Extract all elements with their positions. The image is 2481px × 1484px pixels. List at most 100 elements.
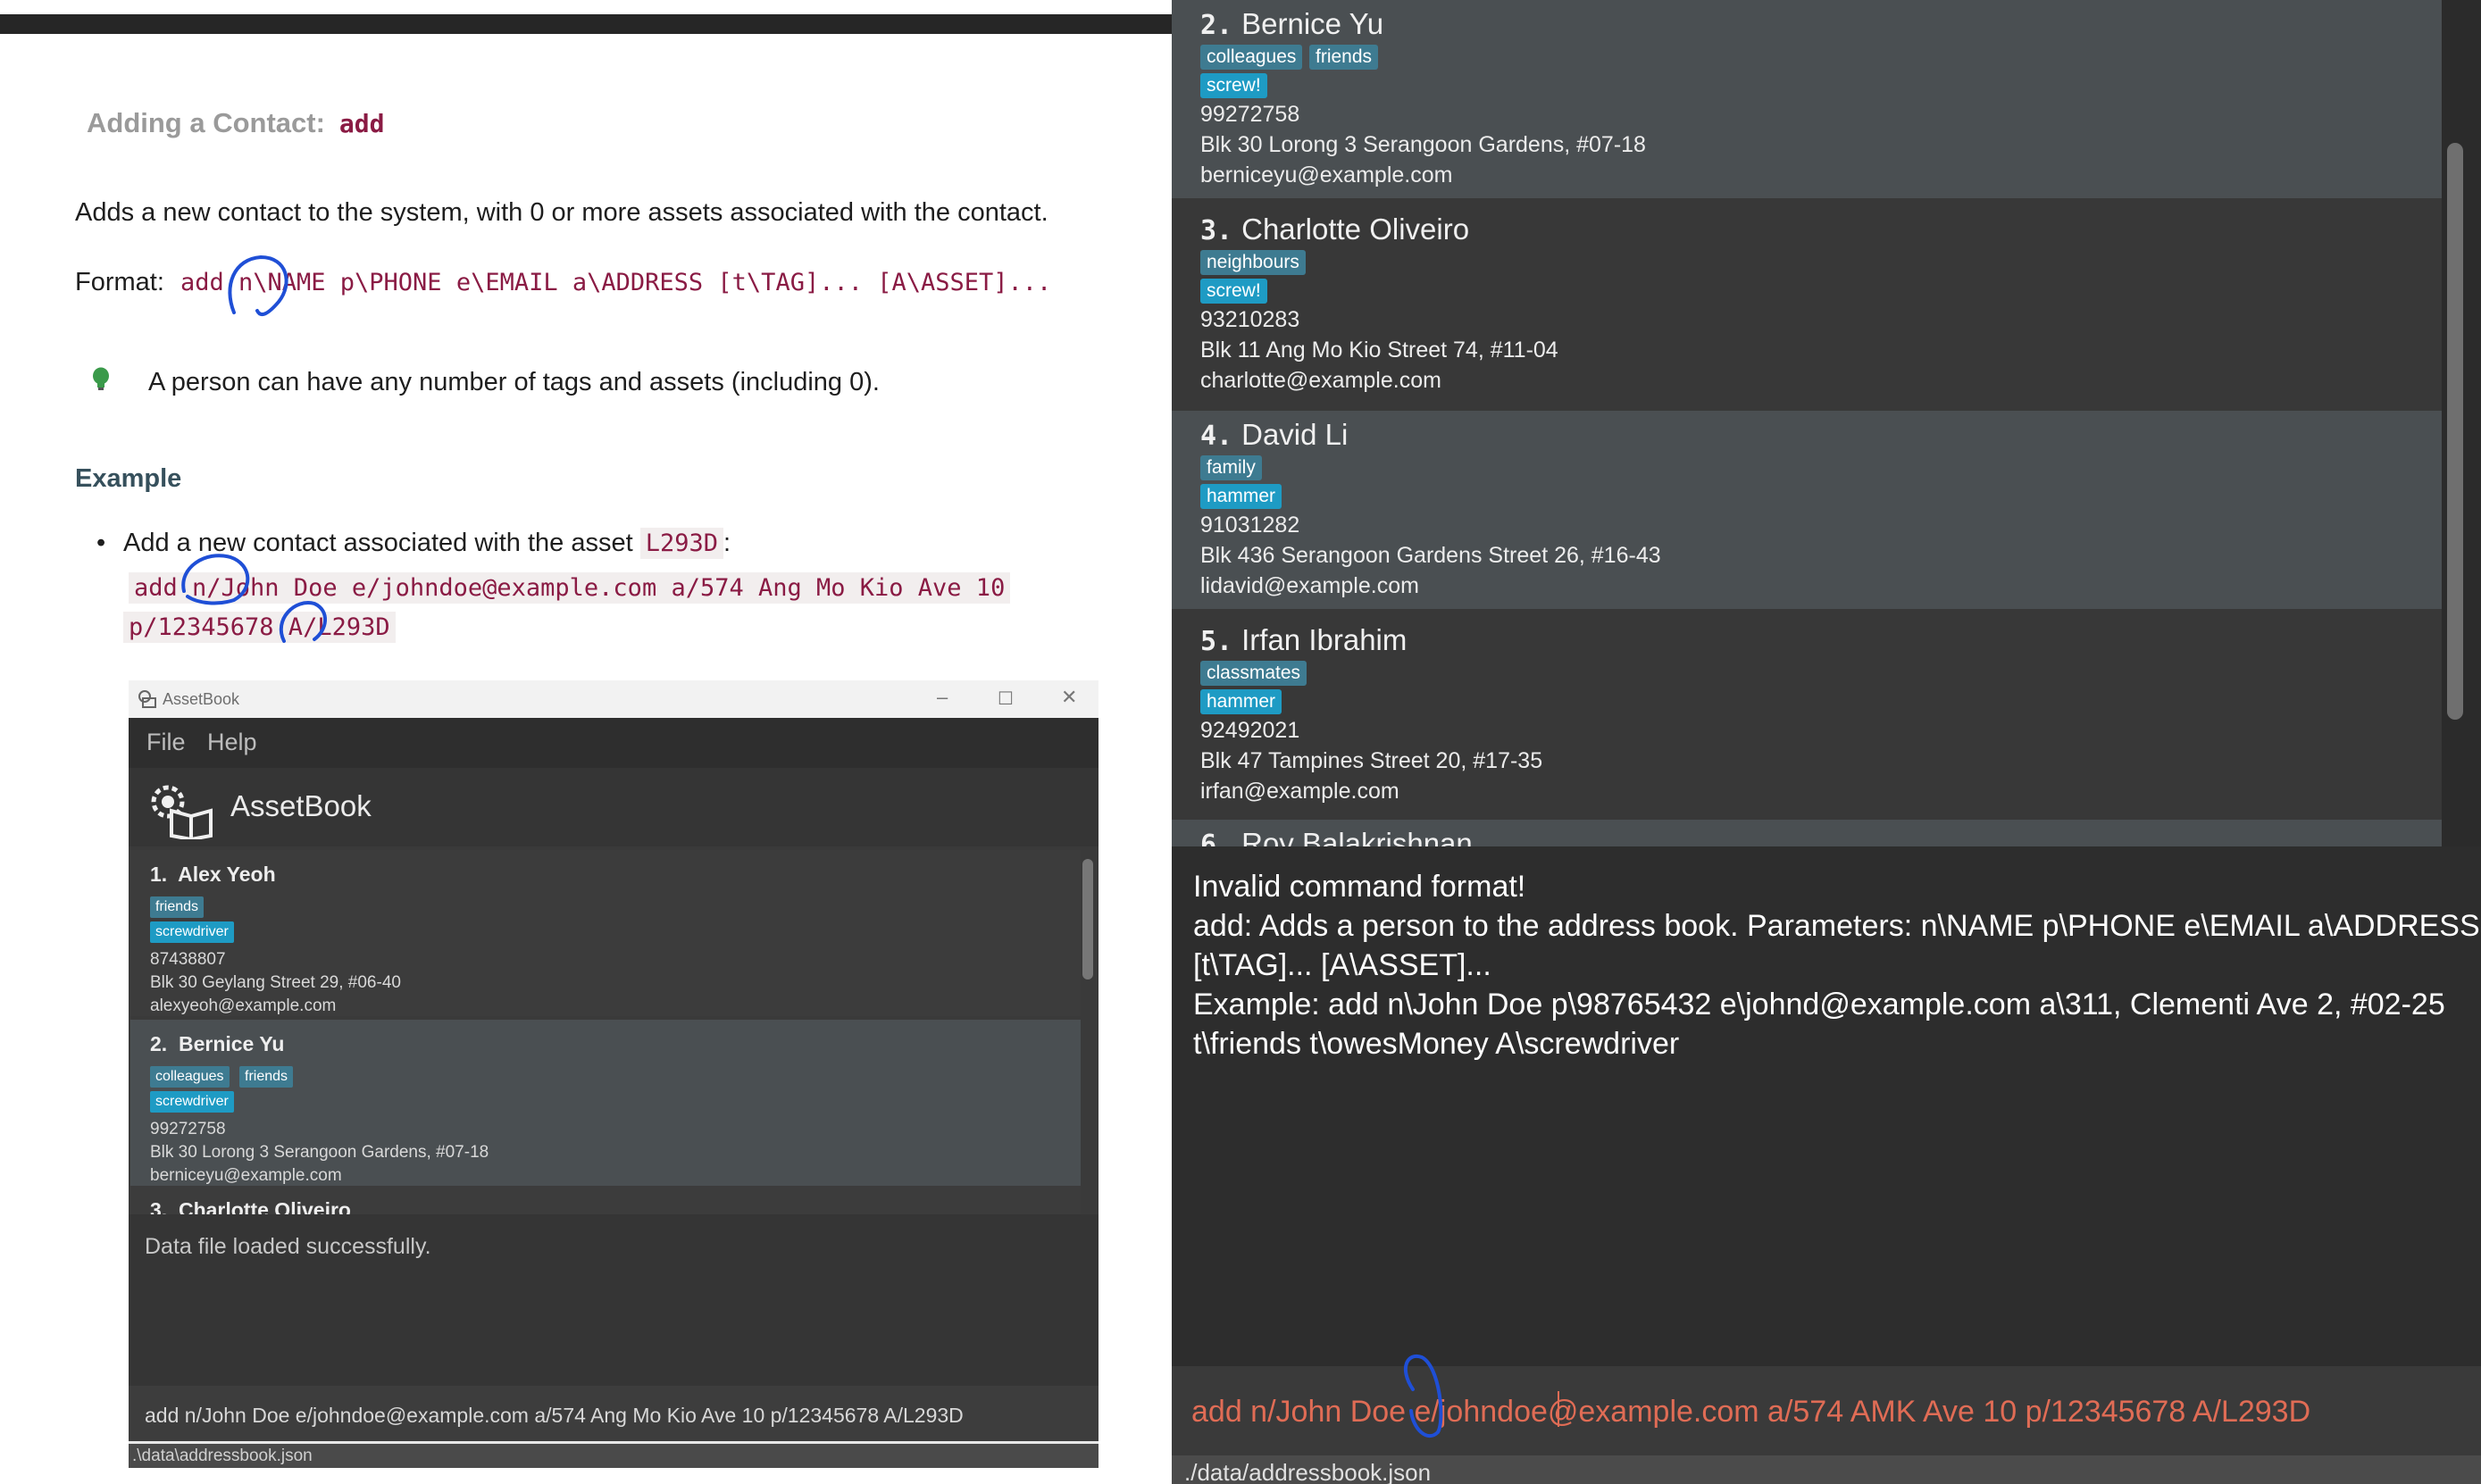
mini-result-display: Data file loaded successfully.: [129, 1214, 1098, 1386]
person-card[interactable]: 2. Bernice Yu colleagues friends screw! 9…: [1172, 0, 2442, 198]
mini-result-text: Data file loaded successfully.: [145, 1234, 431, 1259]
result-line: Invalid command format!: [1193, 870, 1526, 904]
person-card[interactable]: 5. Irfan Ibrahim classmates hammer 924920…: [1172, 616, 2442, 814]
person-phone: 92492021: [1200, 718, 1300, 743]
mini-app-name: AssetBook: [230, 789, 372, 822]
mini-menu-bar: File Help: [129, 718, 1098, 768]
mini-status-path: .\data\addressbook.json: [132, 1446, 313, 1465]
mini-tag: colleagues: [150, 1066, 230, 1088]
person-email: charlotte@example.com: [1200, 368, 1441, 393]
person-name: 4. David Li: [1200, 418, 1349, 452]
mini-person-name: 1. Alex Yeoh: [150, 863, 276, 886]
mini-window-title: AssetBook: [163, 690, 240, 708]
format-code: add n\NAME p\PHONE e\EMAIL a\ADDRESS [t\…: [180, 269, 1052, 296]
mini-person-name: 2. Bernice Yu: [150, 1032, 285, 1055]
person-phone: 93210283: [1200, 307, 1300, 332]
section-heading-code: add: [338, 109, 385, 138]
asset-badge: screw!: [1200, 279, 1267, 304]
tip-text: A person can have any number of tags and…: [148, 368, 880, 396]
result-line: [t\TAG]... [A\ASSET]...: [1193, 948, 1491, 982]
example-bullet-colon: :: [723, 529, 731, 557]
example-code-line-1: add n/John Doe e/johndoe@example.com a/5…: [129, 572, 1011, 604]
mini-tag: friends: [150, 896, 205, 918]
mini-person-card[interactable]: 1. Alex Yeoh friends screwdriver 8743880…: [130, 850, 1081, 1016]
example-asset-code: L293D: [639, 528, 724, 559]
mini-asset-tag: screwdriver: [150, 1091, 234, 1113]
mini-asset-tag: screwdriver: [150, 921, 234, 943]
asset-badge: hammer: [1200, 484, 1282, 509]
person-phone: 99272758: [1200, 102, 1300, 127]
tag-badge: classmates: [1200, 661, 1307, 686]
status-bar: ./data/addressbook.json: [1172, 1455, 2481, 1484]
asset-badge: hammer: [1200, 689, 1282, 714]
docs-top-bar: [0, 14, 1172, 34]
person-email: lidavid@example.com: [1200, 573, 1419, 598]
mini-person-address: Blk 30 Geylang Street 29, #06-40: [150, 973, 401, 992]
description: Adds a new contact to the system, with 0…: [75, 198, 1048, 227]
person-name: 5. Irfan Ibrahim: [1200, 623, 1408, 657]
mini-command-text: add n/John Doe e/johndoe@example.com a/5…: [145, 1404, 964, 1427]
mini-person-card[interactable]: 3. Charlotte Oliveiro: [130, 1186, 1081, 1214]
person-address: Blk 47 Tampines Street 20, #17-35: [1200, 748, 1543, 773]
person-card[interactable]: 4. David Li family hammer 91031282 Blk 43…: [1172, 411, 2442, 609]
command-input-text[interactable]: add n/John Doe e/johndoe@example.com a/5…: [1191, 1395, 2310, 1430]
tag-badge: colleagues: [1200, 45, 1303, 70]
mini-app-header: AssetBook: [129, 768, 1098, 846]
mini-command-box[interactable]: add n/John Doe e/johndoe@example.com a/5…: [129, 1386, 1098, 1444]
person-name: 3. Charlotte Oliveiro: [1200, 213, 1470, 246]
result-line: add: Adds a person to the address book. …: [1193, 909, 2480, 943]
person-card[interactable]: 3. Charlotte Oliveiro neighbours screw! 9…: [1172, 205, 2442, 404]
command-box[interactable]: add n/John Doe e/johndoe@example.com a/5…: [1172, 1366, 2481, 1455]
format-line: Format: add n\NAME p\PHONE e\EMAIL a\ADD…: [75, 268, 1051, 297]
person-list: 2. Bernice Yu colleagues friends screw! 9…: [1172, 0, 2442, 846]
status-path: ./data/addressbook.json: [1184, 1459, 1432, 1484]
mini-person-email: alexyeoh@example.com: [150, 996, 337, 1015]
mini-tag: friends: [239, 1066, 294, 1088]
maximize-icon[interactable]: ☐: [998, 688, 1014, 710]
mini-person-card[interactable]: 2. Bernice Yu colleagues friends screwdr…: [130, 1020, 1081, 1186]
result-line: Example: add n\John Doe p\98765432 e\joh…: [1193, 988, 2445, 1021]
person-list-scrollbar[interactable]: [2447, 143, 2463, 720]
person-card[interactable]: 6. Roy Balakrishnan: [1172, 820, 2442, 846]
app-logo-icon: [151, 785, 213, 839]
example-bullet-text: Add a new contact associated with the as…: [123, 529, 633, 557]
docs-pane: Adding a Contact: add Adds a new contact …: [0, 0, 1172, 1484]
mini-status-bar: .\data\addressbook.json: [129, 1444, 1098, 1468]
asset-badge: screw!: [1200, 73, 1267, 98]
person-phone: 91031282: [1200, 513, 1300, 538]
mini-title-bar: AssetBook – ☐ ✕: [129, 680, 1098, 718]
person-email: berniceyu@example.com: [1200, 163, 1453, 188]
person-address: Blk 436 Serangoon Gardens Street 26, #16…: [1200, 543, 1661, 568]
mini-person-phone: 87438807: [150, 950, 226, 969]
section-heading: Adding a Contact: add: [87, 107, 385, 139]
mini-person-phone: 99272758: [150, 1120, 226, 1138]
person-name: 2. Bernice Yu: [1200, 7, 1384, 41]
close-icon[interactable]: ✕: [1061, 686, 1077, 709]
example-code-text-1: add n/John Doe e/johndoe@example.com a/5…: [129, 572, 1011, 604]
app-logo-icon: [138, 690, 156, 708]
example-bullet: Add a new contact associated with the as…: [123, 528, 731, 559]
example-app-screenshot: AssetBook – ☐ ✕ File Help AssetBook 1. A…: [129, 680, 1098, 1468]
section-heading-text: Adding a Contact:: [87, 107, 325, 138]
assetbook-app: 2. Bernice Yu colleagues friends screw! 9…: [1172, 0, 2481, 1484]
lightbulb-icon: [93, 367, 109, 390]
tag-badge: neighbours: [1200, 250, 1306, 275]
person-name: 6. Roy Balakrishnan: [1200, 827, 1473, 846]
mini-scrollbar[interactable]: [1082, 859, 1093, 980]
mini-menu-help[interactable]: Help: [207, 729, 257, 756]
example-code-line-2: p/12345678 A/L293D: [123, 612, 396, 643]
minimize-icon[interactable]: –: [937, 686, 948, 709]
mini-menu-file[interactable]: File: [146, 729, 186, 756]
result-line: t\friends t\owesMoney A\screwdriver: [1193, 1027, 1680, 1061]
person-email: irfan@example.com: [1200, 779, 1399, 804]
tag-badge: family: [1200, 455, 1262, 480]
tag-badge: friends: [1309, 45, 1379, 70]
example-heading: Example: [75, 464, 182, 493]
person-address: Blk 30 Lorong 3 Serangoon Gardens, #07-1…: [1200, 132, 1646, 157]
text-caret: [1558, 1391, 1559, 1427]
result-display: Invalid command format! add: Adds a pers…: [1172, 846, 2481, 1366]
bullet-dot: •: [96, 529, 106, 557]
mini-person-email: berniceyu@example.com: [150, 1166, 342, 1185]
person-address: Blk 11 Ang Mo Kio Street 74, #11-04: [1200, 338, 1558, 363]
mini-person-name: 3. Charlotte Oliveiro: [150, 1198, 351, 1214]
